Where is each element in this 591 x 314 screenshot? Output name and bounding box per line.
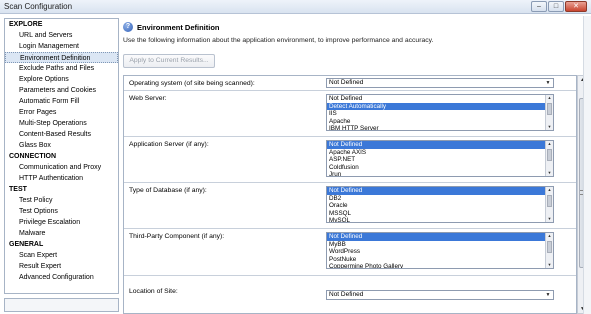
location-select-value: Not Defined xyxy=(329,291,364,298)
os-select[interactable]: Not Defined ▼ xyxy=(326,78,554,88)
list-option[interactable]: WordPress xyxy=(327,248,545,256)
main-content: ? Environment Definition Use the followi… xyxy=(121,16,591,314)
sidebar-group-heading: CONNECTION xyxy=(9,153,57,160)
database-listbox[interactable]: Not Defined DB2 Oracle MSSQL MySQL ▲ ▼ xyxy=(326,186,554,223)
third-party-label: Third-Party Component (if any): xyxy=(129,233,225,240)
close-button[interactable]: ✕ xyxy=(565,1,587,12)
app-server-label: Application Server (if any): xyxy=(129,141,209,148)
scroll-up-icon[interactable]: ▲ xyxy=(546,141,553,147)
page-title: Environment Definition xyxy=(137,23,220,32)
list-option[interactable]: IBM HTTP Server xyxy=(327,125,545,130)
maximize-button[interactable]: □ xyxy=(548,1,564,12)
list-option[interactable]: IIS xyxy=(327,110,545,118)
window-right-edge xyxy=(583,16,591,314)
os-row: Operating system (of site being scanned)… xyxy=(124,76,576,91)
third-party-listbox[interactable]: Not Defined MyBB WordPress PostNuke Coppermi… xyxy=(326,232,554,269)
scrollbar-thumb[interactable] xyxy=(547,241,552,253)
sidebar-footer xyxy=(4,298,119,312)
list-scrollbar[interactable]: ▲ ▼ xyxy=(545,95,553,130)
app-server-listbox[interactable]: Not Defined Apache AXIS ASP.NET Coldfusion J… xyxy=(326,140,554,177)
sidebar-item[interactable]: Content-Based Results xyxy=(5,129,118,140)
list-option[interactable]: Not Defined xyxy=(327,95,545,103)
sidebar-item[interactable]: Exclude Paths and Files xyxy=(5,63,118,74)
third-party-row: Third-Party Component (if any): Not Defi… xyxy=(124,229,576,276)
scroll-down-icon[interactable]: ▼ xyxy=(546,170,553,176)
sidebar-item[interactable]: Advanced Configuration xyxy=(5,272,118,283)
title-bar: Scan Configuration – □ ✕ xyxy=(0,0,591,14)
location-select[interactable]: Not Defined ▼ xyxy=(326,290,554,300)
web-server-label: Web Server: xyxy=(129,95,167,102)
scrollbar-thumb[interactable] xyxy=(547,149,552,161)
environment-form-panel: Operating system (of site being scanned)… xyxy=(123,75,577,314)
os-label: Operating system (of site being scanned)… xyxy=(129,80,255,87)
list-option[interactable]: Jrun xyxy=(327,171,545,176)
list-option[interactable]: Coppermine Photo Gallery xyxy=(327,263,545,268)
web-server-row: Web Server: Not Defined Detect Automatica… xyxy=(124,91,576,137)
list-scrollbar[interactable]: ▲ ▼ xyxy=(545,141,553,176)
sidebar-item[interactable]: Scan Expert xyxy=(5,250,118,261)
list-option[interactable]: Oracle xyxy=(327,202,545,210)
sidebar-item[interactable]: Parameters and Cookies xyxy=(5,85,118,96)
list-option[interactable]: Coldfusion xyxy=(327,164,545,172)
sidebar-item[interactable]: Test Policy xyxy=(5,195,118,206)
scroll-down-icon[interactable]: ▼ xyxy=(546,124,553,130)
scroll-up-icon[interactable]: ▲ xyxy=(546,233,553,239)
list-scrollbar[interactable]: ▲ ▼ xyxy=(545,233,553,268)
sidebar-item[interactable]: Malware xyxy=(5,228,118,239)
scroll-down-icon[interactable]: ▼ xyxy=(546,216,553,222)
os-select-value: Not Defined xyxy=(329,79,364,86)
sidebar-item[interactable]: Result Expert xyxy=(5,261,118,272)
window-title: Scan Configuration xyxy=(4,2,73,11)
window-controls: – □ ✕ xyxy=(531,1,587,12)
chevron-down-icon: ▼ xyxy=(545,292,551,298)
sidebar-item[interactable]: Automatic Form Fill xyxy=(5,96,118,107)
scroll-up-icon[interactable]: ▲ xyxy=(546,187,553,193)
sidebar-item[interactable]: Error Pages xyxy=(5,107,118,118)
scrollbar-thumb[interactable] xyxy=(547,195,552,207)
scroll-up-icon[interactable]: ▲ xyxy=(546,95,553,101)
database-row: Type of Database (if any): Not Defined DB… xyxy=(124,183,576,229)
sidebar-item[interactable]: URL and Servers xyxy=(5,30,118,41)
scrollbar-thumb[interactable] xyxy=(547,103,552,115)
list-scrollbar[interactable]: ▲ ▼ xyxy=(545,187,553,222)
location-label: Location of Site: xyxy=(129,288,178,295)
list-option[interactable]: MyBB xyxy=(327,241,545,249)
list-option[interactable]: PostNuke xyxy=(327,256,545,264)
sidebar-group-heading: EXPLORE xyxy=(9,21,43,28)
help-circle-icon: ? xyxy=(123,22,133,32)
chevron-down-icon: ▼ xyxy=(545,80,551,86)
list-option[interactable]: MySQL xyxy=(327,217,545,222)
apply-to-current-results-button[interactable]: Apply to Current Results... xyxy=(123,54,215,68)
page-description: Use the following information about the … xyxy=(123,37,434,44)
list-option[interactable]: Not Defined xyxy=(327,187,545,195)
list-option[interactable]: MSSQL xyxy=(327,210,545,218)
list-option[interactable]: Apache AXIS xyxy=(327,149,545,157)
sidebar-item[interactable]: Glass Box xyxy=(5,140,118,151)
minimize-button[interactable]: – xyxy=(531,1,547,12)
list-option[interactable]: Detect Automatically xyxy=(327,102,545,111)
list-option[interactable]: DB2 xyxy=(327,195,545,203)
sidebar-item[interactable]: Test Options xyxy=(5,206,118,217)
sidebar-nav: EXPLORE URL and Servers Login Management En… xyxy=(4,18,119,294)
list-option[interactable]: Not Defined xyxy=(327,141,545,149)
sidebar-group-heading: TEST xyxy=(9,186,27,193)
list-option[interactable]: Apache xyxy=(327,118,545,126)
location-row: Location of Site: Not Defined ▼ xyxy=(124,284,576,304)
sidebar-item[interactable]: HTTP Authentication xyxy=(5,173,118,184)
sidebar-item[interactable]: Multi-Step Operations xyxy=(5,118,118,129)
sidebar-item[interactable]: Environment Definition xyxy=(5,52,118,63)
sidebar-item[interactable]: Login Management xyxy=(5,41,118,52)
sidebar-item[interactable]: Communication and Proxy xyxy=(5,162,118,173)
list-option[interactable]: Not Defined xyxy=(327,233,545,241)
app-server-row: Application Server (if any): Not Defined… xyxy=(124,137,576,183)
sidebar-group-heading: GENERAL xyxy=(9,241,44,248)
scroll-down-icon[interactable]: ▼ xyxy=(546,262,553,268)
list-option[interactable]: ASP.NET xyxy=(327,156,545,164)
sidebar-item[interactable]: Explore Options xyxy=(5,74,118,85)
sidebar-item[interactable]: Privilege Escalation xyxy=(5,217,118,228)
database-label: Type of Database (if any): xyxy=(129,187,207,194)
web-server-listbox[interactable]: Not Defined Detect Automatically IIS Apache… xyxy=(326,94,554,131)
